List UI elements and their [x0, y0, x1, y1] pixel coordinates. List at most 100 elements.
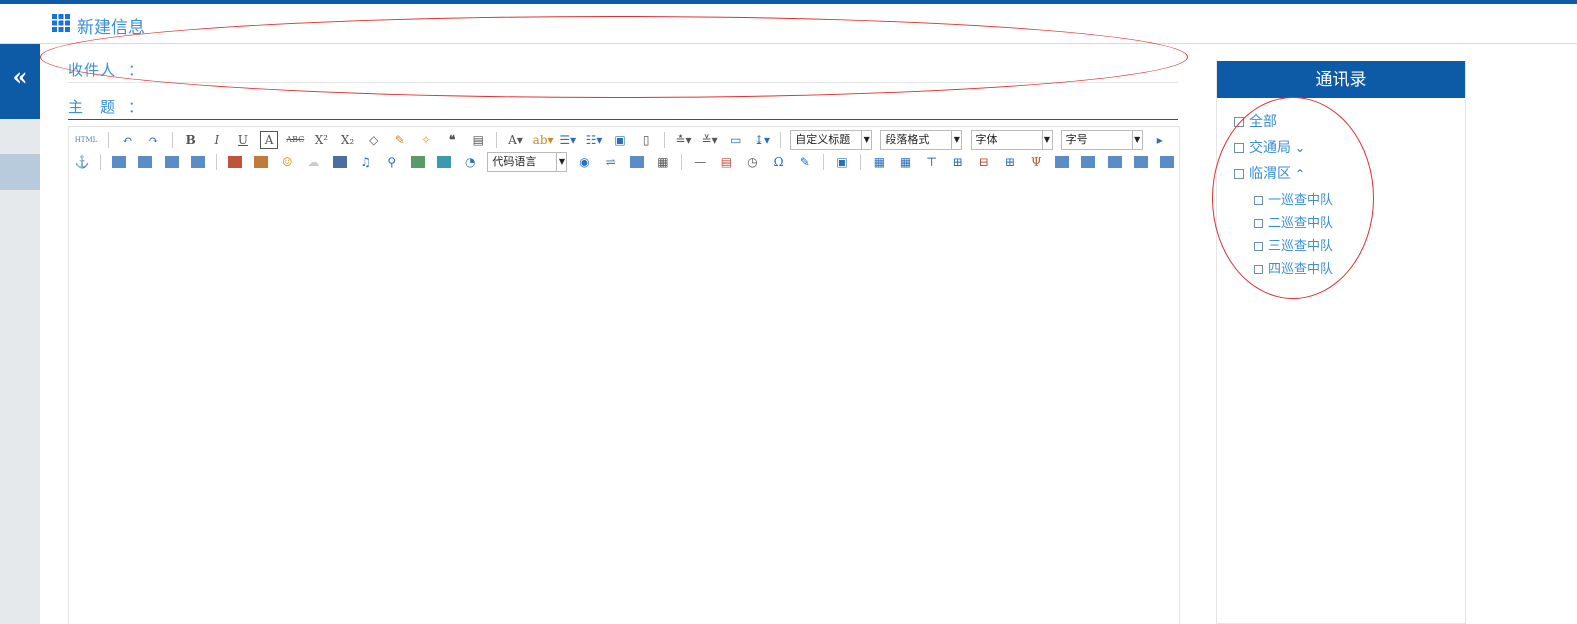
image-left-icon[interactable]: [138, 156, 153, 168]
background-icon[interactable]: ▦: [654, 153, 672, 171]
preview-icon[interactable]: ▭: [727, 131, 745, 149]
deleterow-icon[interactable]: ⊟: [975, 153, 993, 171]
insertcol-icon[interactable]: ⊞: [1001, 153, 1019, 171]
rowspacing-bottom-icon[interactable]: ≚▾: [701, 131, 719, 149]
undo-icon[interactable]: ↶: [118, 131, 136, 149]
checkbox[interactable]: [1254, 196, 1263, 205]
recipient-input[interactable]: [148, 57, 1148, 79]
chevron-down-icon[interactable]: ⌄: [1295, 141, 1305, 155]
spechars-icon[interactable]: Ω: [770, 153, 788, 171]
checkbox[interactable]: [1254, 265, 1263, 274]
tree-node-label: 临渭区: [1249, 166, 1291, 182]
searchreplace-icon[interactable]: ▣: [833, 153, 851, 171]
italic-icon[interactable]: I: [208, 131, 226, 149]
mergecells-icon[interactable]: [1055, 156, 1070, 168]
eraser-icon[interactable]: ◇: [365, 131, 383, 149]
subject-field: 主 题 ：: [68, 92, 1178, 120]
sidebar-active-item[interactable]: [0, 154, 40, 190]
tree-node-label: 交通局: [1249, 140, 1291, 156]
insertvideo-icon[interactable]: [332, 156, 347, 168]
selectall-icon[interactable]: ▣: [611, 131, 629, 149]
insertrow-icon[interactable]: ⊞: [949, 153, 967, 171]
checkbox[interactable]: [1254, 219, 1263, 228]
mergedown-icon[interactable]: [1107, 156, 1122, 168]
checkbox[interactable]: [1234, 169, 1244, 179]
unordered-list-icon[interactable]: ☷▾: [585, 131, 603, 149]
paragraph-value: 段落格式: [885, 133, 930, 146]
formatmatch-icon[interactable]: ✎: [391, 131, 409, 149]
wordimage-icon[interactable]: ✎: [796, 153, 814, 171]
checkbox[interactable]: [1234, 117, 1244, 127]
image-none-icon[interactable]: [112, 156, 127, 168]
splittocells-icon[interactable]: [1133, 156, 1148, 168]
scrawl-icon[interactable]: ☁: [304, 153, 322, 171]
redo-icon[interactable]: ↷: [144, 131, 162, 149]
tree-node-all[interactable]: 全部: [1234, 111, 1333, 137]
tree-node-child[interactable]: 四巡查中队: [1234, 258, 1333, 281]
tree-node-label: 四巡查中队: [1268, 262, 1334, 277]
map-icon[interactable]: [410, 156, 425, 168]
strikethrough-icon[interactable]: ABC: [286, 131, 304, 149]
autotypeset-icon[interactable]: ✧: [417, 131, 435, 149]
mergeright-icon[interactable]: [1081, 156, 1096, 168]
insertimage-icon[interactable]: [254, 156, 269, 168]
checkbox[interactable]: [1234, 143, 1244, 153]
codelang-select[interactable]: 代码语言 ▼: [487, 152, 568, 172]
fontfamily-select[interactable]: 字体 ▼: [970, 130, 1053, 150]
toolbar-row-1: HTML ↶ ↷ B I U A ABC X² X₂ ◇ ✎ ✧ ❝ ▤ A▾ …: [71, 130, 1171, 152]
rowspacing-top-icon[interactable]: ≛▾: [675, 131, 693, 149]
backcolor-icon[interactable]: ab▾: [533, 131, 554, 149]
chevron-down-icon: ▼: [951, 131, 961, 149]
insertparagraph-icon[interactable]: ⊤: [923, 153, 941, 171]
tree-node-child[interactable]: 三巡查中队: [1234, 235, 1333, 258]
subscript-icon[interactable]: X₂: [339, 131, 357, 149]
forecolor-icon[interactable]: A▾: [507, 131, 525, 149]
image-center-icon[interactable]: [190, 156, 205, 168]
date-icon[interactable]: ▤: [717, 153, 735, 171]
ordered-list-icon[interactable]: ☰▾: [559, 131, 577, 149]
lineheight-icon[interactable]: ↨▾: [753, 131, 771, 149]
anchor-icon[interactable]: ⚓: [73, 153, 91, 171]
tree-node-label: 二巡查中队: [1268, 216, 1334, 231]
tree-node-group[interactable]: 交通局 ⌄: [1234, 137, 1333, 163]
time-icon[interactable]: ◷: [744, 153, 762, 171]
pagebreak-icon[interactable]: ⇌: [602, 153, 620, 171]
deletetable-icon[interactable]: ▦: [897, 153, 915, 171]
chevron-down-icon: ▼: [861, 131, 871, 149]
gmap-icon[interactable]: [437, 156, 452, 168]
rich-text-editor[interactable]: HTML ↶ ↷ B I U A ABC X² X₂ ◇ ✎ ✧ ❝ ▤ A▾ …: [68, 126, 1180, 624]
deletecol-icon[interactable]: Ψ: [1027, 153, 1045, 171]
checkbox[interactable]: [1254, 242, 1263, 251]
recipient-field: 收件人 ：: [68, 55, 1178, 83]
direction-ltr-icon[interactable]: ▸: [1151, 131, 1169, 149]
cleardoc-icon[interactable]: ▯: [637, 131, 655, 149]
codelang-value: 代码语言: [492, 155, 537, 168]
webapp-icon[interactable]: ◉: [576, 153, 594, 171]
music-icon[interactable]: ♫: [357, 153, 375, 171]
underline-icon[interactable]: U: [234, 131, 252, 149]
attachment-icon[interactable]: ⚲: [383, 153, 401, 171]
horizontal-rule-icon[interactable]: —: [691, 153, 709, 171]
template-icon[interactable]: [629, 156, 644, 168]
superscript-icon[interactable]: X²: [312, 131, 330, 149]
html-icon[interactable]: HTML: [73, 131, 99, 149]
fontborder-icon[interactable]: A: [260, 131, 279, 149]
chevron-up-icon[interactable]: ⌃: [1295, 167, 1305, 181]
splittorows-icon[interactable]: [1159, 156, 1174, 168]
paragraph-select[interactable]: 段落格式 ▼: [880, 130, 963, 150]
blockquote-icon[interactable]: ❝: [443, 131, 461, 149]
collapse-sidebar-button[interactable]: «: [0, 44, 40, 119]
bold-icon[interactable]: B: [182, 131, 200, 149]
tree-node-child[interactable]: 一巡查中队: [1234, 189, 1333, 212]
customstyle-select[interactable]: 自定义标题 ▼: [790, 130, 873, 150]
simpleupload-icon[interactable]: [227, 156, 242, 168]
insertframe-icon[interactable]: ◔: [461, 153, 479, 171]
subject-input[interactable]: [148, 94, 1148, 116]
tree-node-child[interactable]: 二巡查中队: [1234, 212, 1333, 235]
tree-node-group[interactable]: 临渭区 ⌃: [1234, 163, 1333, 189]
image-right-icon[interactable]: [164, 156, 179, 168]
inserttable-icon[interactable]: ▦: [870, 153, 888, 171]
pasteplain-icon[interactable]: ▤: [469, 131, 487, 149]
fontsize-select[interactable]: 字号 ▼: [1060, 130, 1143, 150]
emotion-icon[interactable]: ☺: [278, 153, 296, 171]
